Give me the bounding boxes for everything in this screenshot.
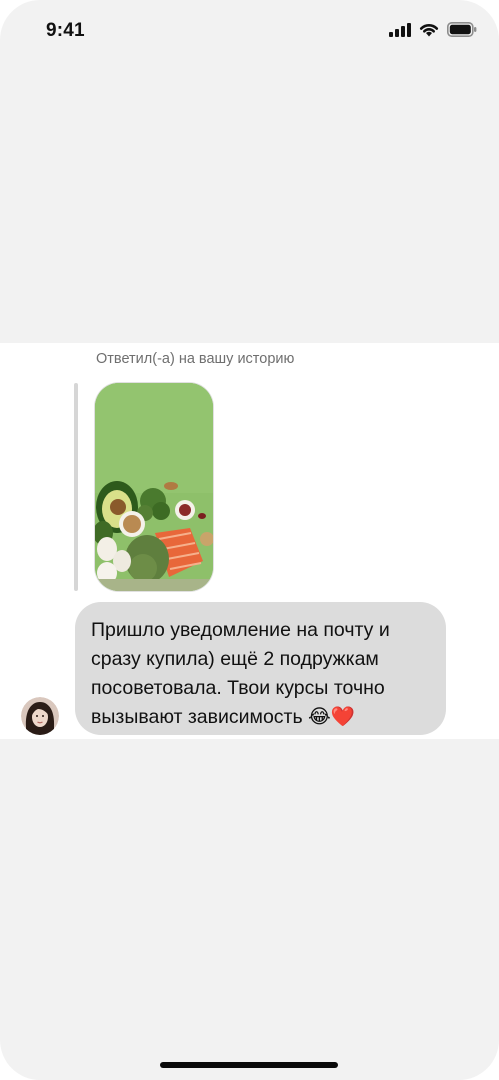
battery-icon xyxy=(447,22,477,37)
wifi-icon xyxy=(419,24,439,37)
food-story-image xyxy=(95,383,213,591)
avatar[interactable] xyxy=(21,697,59,735)
home-indicator[interactable] xyxy=(160,1062,338,1068)
chat-panel: Ответил(-а) на вашу историю Пришло уведо… xyxy=(0,343,499,739)
phone-screen: 9:41 Ответил(-а) на вашу историю Пришло … xyxy=(0,0,499,1080)
status-bar: 9:41 xyxy=(0,0,499,64)
avatar-image xyxy=(21,697,59,735)
status-time: 9:41 xyxy=(46,20,85,41)
message-bubble[interactable]: Пришло уведомление на почту и сразу купи… xyxy=(75,602,446,735)
message-text: Пришло уведомление на почту и сразу купи… xyxy=(91,619,390,728)
food-story-thumbnail[interactable] xyxy=(95,383,213,591)
cellular-signal-icon xyxy=(389,22,411,37)
status-icons xyxy=(389,22,477,37)
reply-quote-bar xyxy=(74,383,78,591)
story-reply-caption: Ответил(-а) на вашу историю xyxy=(96,351,295,367)
